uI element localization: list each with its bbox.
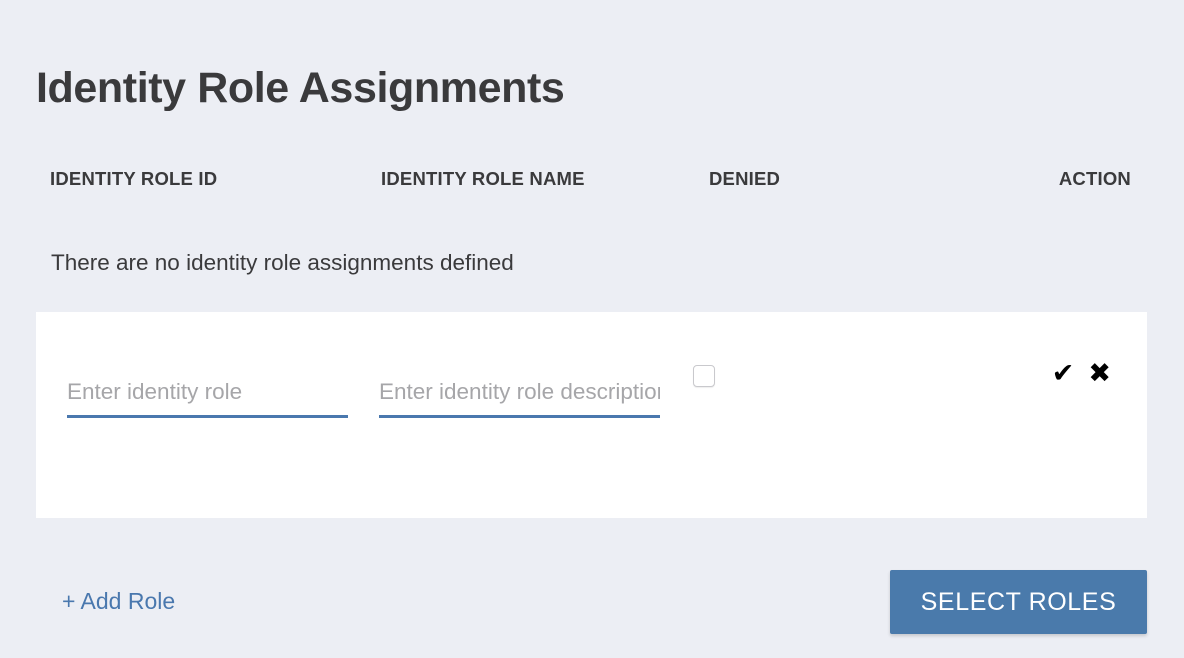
table-row: ✔ ✖ <box>36 312 1147 518</box>
identity-role-name-input-underline <box>379 415 660 418</box>
table-header-row: IDENTITY ROLE ID IDENTITY ROLE NAME DENI… <box>36 168 1148 196</box>
identity-role-name-input[interactable] <box>379 370 660 414</box>
empty-state-message: There are no identity role assignments d… <box>51 250 514 275</box>
action-cell: ✔ ✖ <box>1052 360 1111 387</box>
column-header-action: ACTION <box>1058 168 1131 189</box>
role-editor-card: ✔ ✖ <box>36 312 1147 518</box>
check-icon[interactable]: ✔ <box>1052 360 1075 387</box>
add-role-link[interactable]: + Add Role <box>62 588 175 615</box>
identity-role-assignments-page: Identity Role Assignments IDENTITY ROLE … <box>0 0 1184 658</box>
page-title: Identity Role Assignments <box>36 64 565 112</box>
column-header-identity-role-name: IDENTITY ROLE NAME <box>381 168 585 189</box>
identity-role-id-cell <box>67 370 348 432</box>
column-header-denied: DENIED <box>709 168 781 189</box>
select-roles-button[interactable]: SELECT ROLES <box>890 570 1147 634</box>
column-header-identity-role-id: IDENTITY ROLE ID <box>50 168 218 189</box>
close-icon[interactable]: ✖ <box>1088 360 1111 387</box>
identity-role-name-cell <box>379 370 660 432</box>
denied-cell <box>693 365 717 389</box>
denied-checkbox[interactable] <box>693 365 715 387</box>
identity-role-input[interactable] <box>67 370 348 414</box>
identity-role-input-underline <box>67 415 348 418</box>
